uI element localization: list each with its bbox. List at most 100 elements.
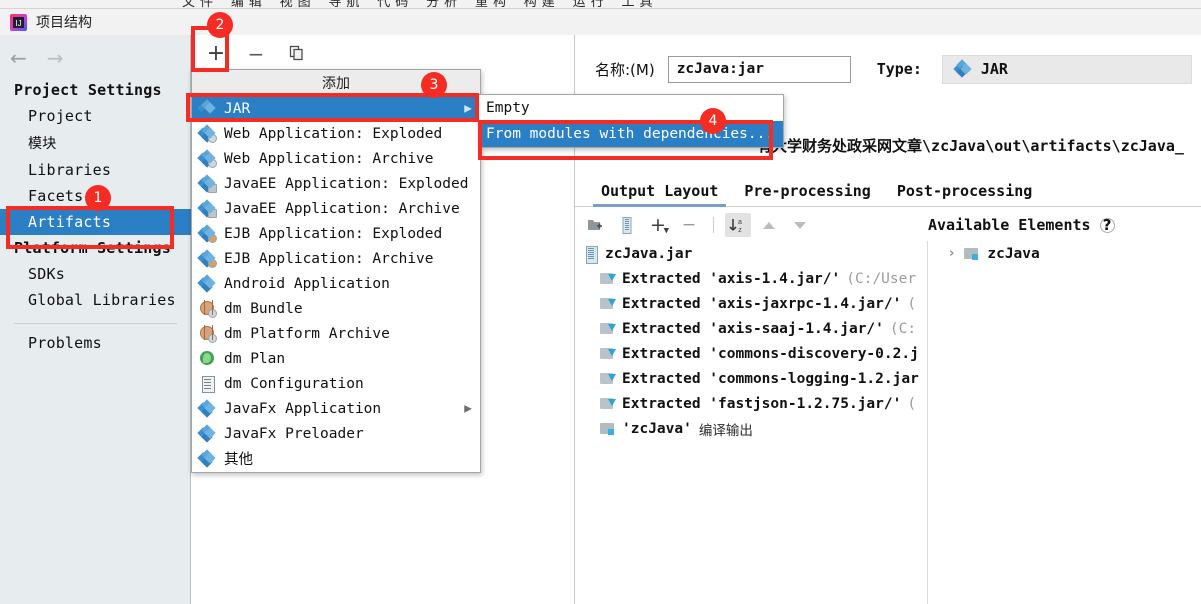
sidebar-item-global-libraries[interactable]: Global Libraries xyxy=(0,287,191,313)
chevron-right-icon[interactable]: › xyxy=(949,246,954,261)
sort-alphabetically-icon[interactable]: a z xyxy=(725,213,751,237)
detail-tabs: Output Layout Pre-processing Post-proces… xyxy=(575,175,1201,207)
extracted-icon xyxy=(600,296,616,312)
artifact-android-icon xyxy=(199,273,216,293)
add-archive-icon[interactable] xyxy=(614,213,640,237)
remove-button[interactable]: − xyxy=(243,41,269,67)
menu-item-web-application-archive[interactable]: Web Application: Archive xyxy=(192,146,480,171)
menu-item-label: Web Application: Archive xyxy=(224,150,434,167)
module-output-icon xyxy=(600,421,616,437)
artifact-ejb-exploded-icon xyxy=(199,223,217,243)
tree-row-label: Extracted 'axis-1.4.jar/' xyxy=(622,270,841,287)
artifact-jar-icon xyxy=(955,59,972,78)
type-text: JAR xyxy=(980,60,1008,78)
toolbar-divider xyxy=(713,217,714,233)
tree-row[interactable]: Extracted 'commons-discovery-0.2.j xyxy=(575,341,927,366)
menu-item-dm-configuration[interactable]: dm Configuration xyxy=(192,371,480,396)
dm-platform-archive-icon xyxy=(199,325,217,343)
output-path-tail: \zcJava\out\artifacts\zcJava_ xyxy=(922,137,1184,155)
type-label: Type: xyxy=(876,60,922,78)
menu-item-label: 其他 xyxy=(224,452,253,468)
menu-item-javafx-application[interactable]: JavaFx Application ▶ xyxy=(192,396,480,421)
menu-item-dm-platform-archive[interactable]: dm Platform Archive xyxy=(192,321,480,346)
dm-plan-icon xyxy=(199,350,216,367)
tab-output-layout[interactable]: Output Layout xyxy=(592,182,727,207)
arrow-left-icon[interactable]: ← xyxy=(10,48,27,68)
artifacts-toolbar: + − xyxy=(191,35,574,72)
extracted-icon xyxy=(600,271,616,287)
sidebar-item-modules[interactable]: 模块 xyxy=(0,129,191,157)
artifact-other-icon xyxy=(199,448,216,468)
available-elements-label: Available Elements xyxy=(928,216,1091,234)
jar-icon xyxy=(583,245,599,264)
tree-row[interactable]: 'zcJava' 编译输出 xyxy=(575,416,927,441)
tree-row[interactable]: Extracted 'axis-1.4.jar/' (C:/User xyxy=(575,266,927,291)
menu-item-label: Web Application: Exploded xyxy=(224,125,443,142)
artifact-ejb-archive-icon xyxy=(199,248,217,268)
output-layout-tree: zcJava.jar Extracted 'axis-1.4.jar/' (C:… xyxy=(575,241,928,604)
intellij-idea-icon: IJ xyxy=(10,13,27,31)
remove-icon[interactable]: − xyxy=(676,213,702,237)
menu-item-javaee-application-archive[interactable]: JavaEE Application: Archive xyxy=(192,196,480,221)
clipped-menu-strip: 文件 编辑 视图 导航 代码 分析 重构 构建 运行 工具 xyxy=(0,0,1201,9)
tree-row-label: Extracted 'axis-jaxrpc-1.4.jar/' xyxy=(622,295,902,312)
sidebar-item-project[interactable]: Project xyxy=(0,103,191,129)
question-mark-icon[interactable]: ? xyxy=(1099,216,1115,234)
annotation-badge-4: 4 xyxy=(700,108,726,134)
sidebar-item-problems[interactable]: Problems xyxy=(0,330,191,356)
tree-row-label: zcJava.jar xyxy=(605,245,693,262)
tree-row[interactable]: Extracted 'fastjson-1.2.75.jar/' ( xyxy=(575,391,927,416)
menu-item-dm-bundle[interactable]: dm Bundle xyxy=(192,296,480,321)
available-tree-row[interactable]: › zcJava xyxy=(929,241,1201,266)
menu-item-ejb-application-exploded[interactable]: EJB Application: Exploded xyxy=(192,221,480,246)
artifact-type-value: JAR xyxy=(941,54,1192,84)
tab-post-processing[interactable]: Post-processing xyxy=(897,182,1032,206)
copy-icon[interactable] xyxy=(283,41,309,67)
menu-item-label: JavaEE Application: Archive xyxy=(224,200,460,217)
artifact-name-input[interactable]: zcJava:jar xyxy=(667,55,851,83)
tree-row[interactable]: Extracted 'axis-saaj-1.4.jar/' (C: xyxy=(575,316,927,341)
tab-pre-processing[interactable]: Pre-processing xyxy=(744,182,870,206)
available-elements-tree: › zcJava xyxy=(929,241,1201,604)
name-label: 名称:(M) xyxy=(595,60,655,79)
menu-item-android-application[interactable]: Android Application xyxy=(192,271,480,296)
menu-item-ejb-application-archive[interactable]: EJB Application: Archive xyxy=(192,246,480,271)
dialog-title: 项目结构 xyxy=(36,15,92,31)
tree-row-label: 'zcJava' xyxy=(622,420,692,437)
extracted-icon xyxy=(600,396,616,412)
menu-item-label: dm Configuration xyxy=(224,375,364,392)
move-up-icon[interactable] xyxy=(756,213,782,237)
output-directory-path[interactable]: 有大学财务处政采网文章\zcJava\out\artifacts\zcJava_ xyxy=(757,135,1184,156)
dm-configuration-icon xyxy=(199,375,216,393)
extracted-icon xyxy=(600,371,616,387)
available-tree-label: zcJava xyxy=(987,245,1040,262)
artifact-javafx-preloader-icon xyxy=(199,423,216,443)
move-down-icon[interactable] xyxy=(787,213,813,237)
menu-item-javaee-application-exploded[interactable]: JavaEE Application: Exploded xyxy=(192,171,480,196)
tree-row[interactable]: zcJava.jar xyxy=(575,241,927,266)
menu-item-web-application-exploded[interactable]: Web Application: Exploded xyxy=(192,121,480,146)
menu-item-dm-plan[interactable]: dm Plan xyxy=(192,346,480,371)
add-copy-icon[interactable]: + ▼ xyxy=(645,213,671,237)
menu-item-other[interactable]: 其他 xyxy=(192,446,480,471)
tree-row[interactable]: Extracted 'commons-logging-1.2.jar xyxy=(575,366,927,391)
artifact-javaee-exploded-icon xyxy=(199,173,217,193)
sidebar-item-sdks[interactable]: SDKs xyxy=(0,261,191,287)
add-artifact-menu: 添加 JAR ▶ Web Application: Exploded Web A… xyxy=(191,69,481,473)
sidebar-divider xyxy=(14,323,177,324)
add-directory-icon[interactable] xyxy=(583,213,609,237)
dm-bundle-icon xyxy=(199,300,217,318)
menu-item-label: dm Plan xyxy=(224,350,286,367)
tree-row[interactable]: Extracted 'axis-jaxrpc-1.4.jar/' ( xyxy=(575,291,927,316)
arrow-right-icon[interactable]: → xyxy=(47,48,64,68)
artifact-name-row: 名称:(M) zcJava:jar Type: JAR xyxy=(575,49,1201,89)
menu-item-label: dm Platform Archive xyxy=(224,325,390,342)
artifact-javafx-app-icon xyxy=(199,398,216,418)
menu-item-javafx-preloader[interactable]: JavaFx Preloader xyxy=(192,421,480,446)
svg-text:z: z xyxy=(738,227,742,234)
artifact-web-exploded-icon xyxy=(199,123,217,143)
svg-text:IJ: IJ xyxy=(15,19,21,28)
submenu-item-empty[interactable]: Empty xyxy=(479,95,783,121)
menu-item-label: JavaFx Application xyxy=(224,400,382,417)
sidebar-item-libraries[interactable]: Libraries xyxy=(0,157,191,183)
